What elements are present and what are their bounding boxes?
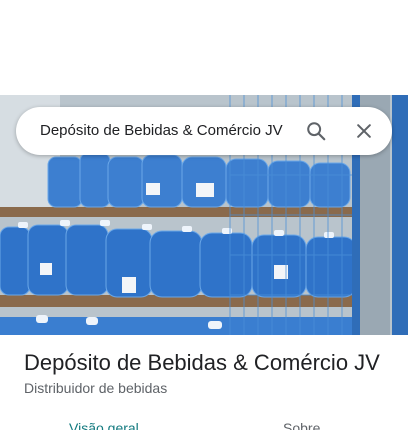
close-icon: [357, 124, 371, 138]
search-input[interactable]: Depósito de Bebidas & Comércio JV: [40, 107, 292, 155]
close-button[interactable]: [350, 117, 378, 145]
place-title: Depósito de Bebidas & Comércio JV: [24, 350, 380, 375]
search-button[interactable]: [302, 117, 330, 145]
tab-overview[interactable]: Visão geral: [69, 420, 139, 430]
search-icon: [307, 122, 326, 141]
tab-bar: Visão geral Sobre: [0, 412, 408, 430]
place-category[interactable]: Distribuidor de bebidas: [24, 380, 167, 396]
search-bar[interactable]: Depósito de Bebidas & Comércio JV: [16, 107, 392, 155]
tab-about[interactable]: Sobre: [283, 420, 320, 430]
top-blank-area: [0, 0, 408, 95]
